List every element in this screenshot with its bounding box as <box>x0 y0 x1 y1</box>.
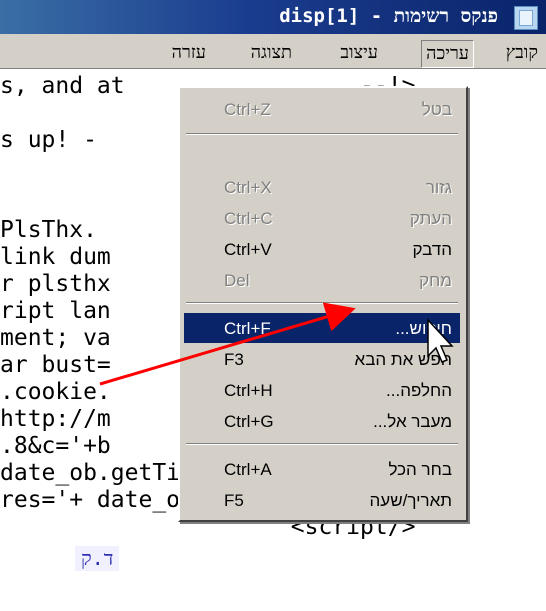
title-bar[interactable]: פנקס רשימות - [disp[1 <box>0 0 546 34</box>
menu-item-undo[interactable]: Ctrl+Z בטל <box>184 94 460 124</box>
menu-view[interactable]: תצוגה <box>247 40 296 66</box>
menu-item-label: מחק <box>419 271 452 290</box>
notepad-app-icon[interactable] <box>514 6 538 30</box>
menu-item-label: תאריך/שעה <box>369 491 452 510</box>
menu-item-goto[interactable]: Ctrl+G מעבר אל... <box>184 406 460 436</box>
shortcut-label: Ctrl+H <box>224 381 273 400</box>
menu-item-label: מעבר אל... <box>373 412 452 431</box>
menu-item-cut[interactable]: Ctrl+X גזור <box>184 172 460 202</box>
menu-format[interactable]: עיצוב <box>336 40 382 66</box>
shortcut-label: Ctrl+F <box>224 319 271 338</box>
menu-help[interactable]: עזרה <box>168 40 210 66</box>
shortcut-label: Del <box>224 271 250 290</box>
menu-bar: קובץ עריכה עיצוב תצוגה עזרה <box>0 34 546 69</box>
menu-separator <box>186 302 458 304</box>
menu-item-replace[interactable]: Ctrl+H החלפה... <box>184 375 460 405</box>
shortcut-label: Ctrl+V <box>224 240 272 259</box>
menu-edit[interactable]: עריכה <box>421 40 474 68</box>
menu-item-label: החלפה... <box>386 381 452 400</box>
menu-file[interactable]: קובץ <box>502 40 542 66</box>
menu-item-label: חיפוש... <box>395 319 452 338</box>
menu-item-label: בחר הכל <box>388 460 452 479</box>
menu-item-label: העתק <box>409 209 452 228</box>
menu-item-copy[interactable]: Ctrl+C העתק <box>184 203 460 233</box>
shortcut-label: Ctrl+G <box>224 412 274 431</box>
shortcut-label: Ctrl+C <box>224 209 273 228</box>
menu-item-paste[interactable]: Ctrl+V הדבק <box>184 234 460 264</box>
window-title: פנקס רשימות - [disp[1 <box>279 5 498 27</box>
menu-item-time-date[interactable]: F5 תאריך/שעה <box>184 485 460 515</box>
shortcut-label: F3 <box>224 350 244 369</box>
menu-item-label: בטל <box>421 100 452 119</box>
edit-menu-dropdown: Ctrl+Z בטל Ctrl+X גזור Ctrl+C העתק Ctrl+… <box>178 86 468 522</box>
menu-item-label: הדבק <box>412 240 452 259</box>
menu-separator <box>186 443 458 445</box>
shortcut-label: Ctrl+A <box>224 460 272 479</box>
menu-item-select-all[interactable]: Ctrl+A בחר הכל <box>184 454 460 484</box>
shortcut-label: F5 <box>224 491 244 510</box>
menu-separator <box>186 133 458 135</box>
notepad-window: פנקס רשימות - [disp[1 קובץ עריכה עיצוב ת… <box>0 0 546 611</box>
menu-item-find[interactable]: Ctrl+F חיפוש... <box>184 313 460 343</box>
shortcut-label: Ctrl+Z <box>224 100 271 119</box>
menu-item-label: חפש את הבא <box>354 350 452 369</box>
footer-mark: ד.ק <box>75 546 120 571</box>
menu-item-find-next[interactable]: F3 חפש את הבא <box>184 344 460 374</box>
shortcut-label: Ctrl+X <box>224 178 272 197</box>
menu-item-delete[interactable]: Del מחק <box>184 265 460 295</box>
menu-item-label: גזור <box>425 178 452 197</box>
